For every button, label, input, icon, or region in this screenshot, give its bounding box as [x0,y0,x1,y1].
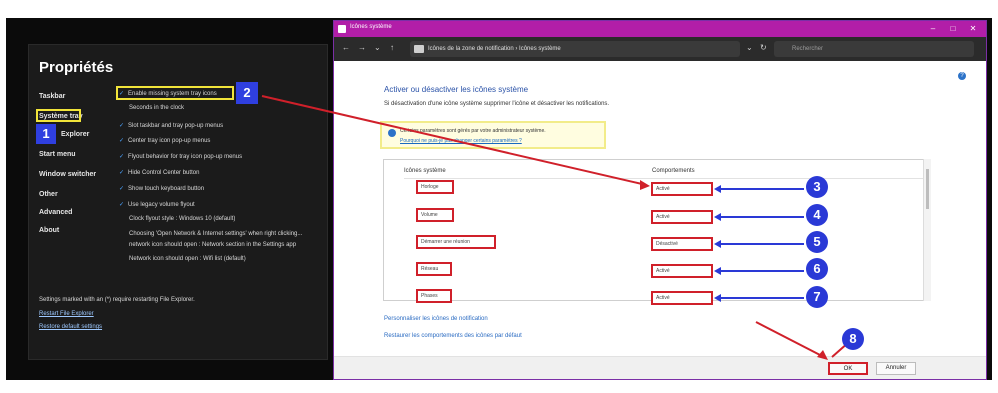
marker-5: 5 [806,231,828,253]
red-arrow-head [640,180,650,190]
arrow-6 [714,267,804,275]
marker-6: 6 [806,258,828,280]
screenshot-canvas: Propriétés Taskbar Système tray Explorer… [0,0,998,393]
arrow-head-icon [714,267,721,275]
arrow-head-icon [714,240,721,248]
red-arrow-line-ok [755,321,823,357]
arrow-head-icon [714,294,721,302]
arrow-head-icon [714,213,721,221]
arrow-5 [714,240,804,248]
marker-3: 3 [806,176,828,198]
arrow-head-icon [714,185,721,193]
arrow-7 [714,294,804,302]
arrow-3 [714,185,804,193]
marker-8: 8 [842,328,864,350]
marker-4: 4 [806,204,828,226]
arrow-4 [714,213,804,221]
red-arrow-line [261,95,643,185]
marker-7: 7 [806,286,828,308]
